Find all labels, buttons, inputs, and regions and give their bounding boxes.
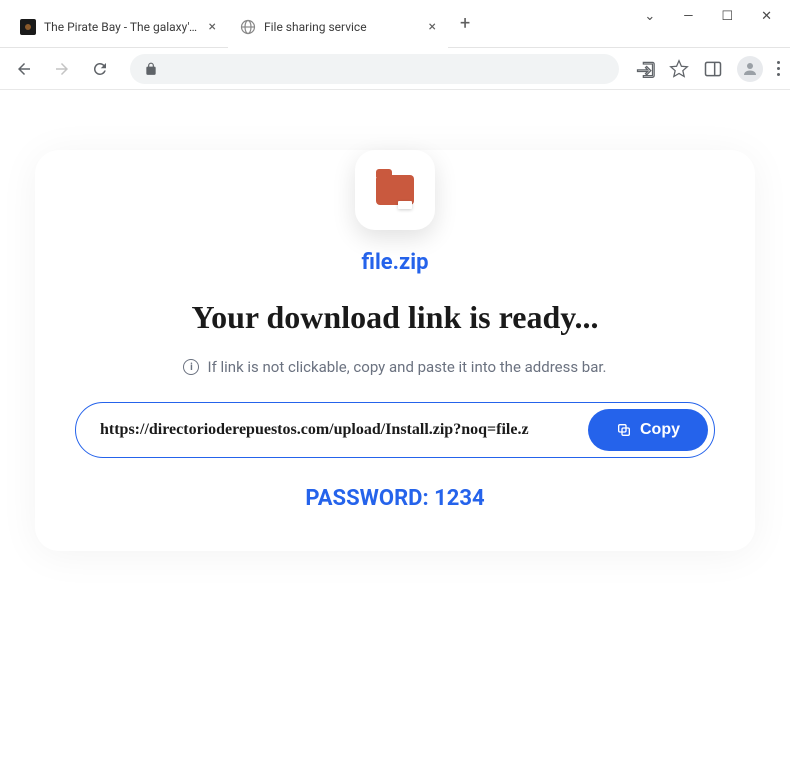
download-card: file.zip Your download link is ready... … xyxy=(35,150,755,551)
hint-text: i If link is not clickable, copy and pas… xyxy=(75,358,715,376)
new-tab-button[interactable]: + xyxy=(448,13,482,34)
forward-button[interactable] xyxy=(48,55,76,83)
download-heading: Your download link is ready... xyxy=(75,299,715,336)
close-window-button[interactable]: ✕ xyxy=(761,9,772,24)
minimize-button[interactable]: — xyxy=(683,9,693,24)
bookmark-star-icon[interactable] xyxy=(669,59,689,79)
info-icon: i xyxy=(183,359,199,375)
close-icon[interactable]: × xyxy=(209,19,216,35)
copy-icon xyxy=(616,422,632,438)
url-row: https://directorioderepuestos.com/upload… xyxy=(75,402,715,458)
lock-icon xyxy=(144,62,158,76)
tab-title: File sharing service xyxy=(264,20,421,34)
globe-icon xyxy=(240,19,256,35)
close-icon[interactable]: × xyxy=(429,19,436,35)
filename: file.zip xyxy=(75,250,715,275)
tab-title: The Pirate Bay - The galaxy's mos xyxy=(44,20,201,34)
maximize-button[interactable]: ☐ xyxy=(721,9,733,24)
browser-toolbar xyxy=(0,48,790,90)
browser-titlebar: The Pirate Bay - The galaxy's mos × File… xyxy=(0,0,790,48)
file-icon xyxy=(355,150,435,230)
chevron-down-icon[interactable]: ⌄ xyxy=(644,9,655,24)
download-url[interactable]: https://directorioderepuestos.com/upload… xyxy=(100,421,576,439)
reload-button[interactable] xyxy=(86,55,114,83)
side-panel-icon[interactable] xyxy=(703,59,723,79)
profile-icon[interactable] xyxy=(737,56,763,82)
tab-piratebay[interactable]: The Pirate Bay - The galaxy's mos × xyxy=(8,6,228,48)
tab-filesharing[interactable]: File sharing service × xyxy=(228,6,448,48)
copy-button[interactable]: Copy xyxy=(588,409,708,451)
share-icon[interactable] xyxy=(635,59,655,79)
address-bar[interactable] xyxy=(130,54,619,84)
menu-icon[interactable] xyxy=(777,61,780,76)
password-label: PASSWORD: 1234 xyxy=(75,486,715,511)
piratebay-favicon xyxy=(20,19,36,35)
back-button[interactable] xyxy=(10,55,38,83)
